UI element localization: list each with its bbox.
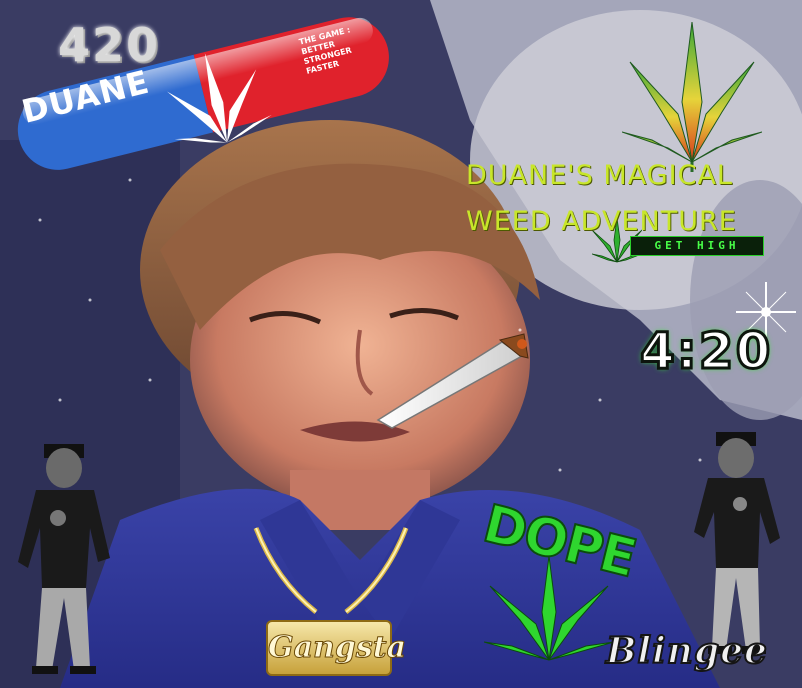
- title-line-2: WEED ADVENTURE: [466, 206, 737, 237]
- clock-420-text: 4:20: [638, 321, 773, 382]
- title-line-1: DUANE'S MAGICAL: [466, 160, 733, 191]
- joint-icon: [376, 333, 529, 429]
- leaf-icon-rasta: [622, 22, 762, 172]
- gangsta-pendant: Gangsta: [266, 620, 407, 676]
- blingee-canvas: 420 DUANE THE GAME: BETTER STRONGER FAS…: [0, 0, 802, 688]
- dancer-figure-right: [694, 432, 780, 654]
- chain-necklace: [253, 527, 409, 614]
- get-high-banner: GET HIGH: [630, 236, 764, 256]
- dancer-figure-left: [18, 444, 110, 674]
- blingee-watermark: Blingee: [605, 629, 768, 673]
